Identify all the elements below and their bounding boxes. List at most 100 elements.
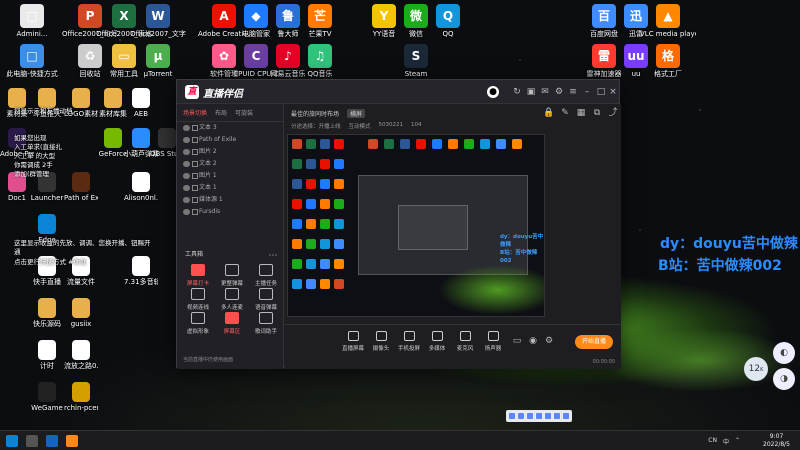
mini-tool-icon[interactable]: [554, 413, 560, 419]
tab-rotate[interactable]: 可旋装: [235, 108, 253, 117]
desktop-icon[interactable]: μ μTorrent: [130, 44, 186, 78]
gift-icon[interactable]: ▣: [525, 86, 537, 98]
source-item[interactable]: Path of Exile: [177, 134, 283, 146]
mini-tool-icon[interactable]: [563, 413, 569, 419]
toolbox-button[interactable]: 主播任务: [251, 264, 281, 287]
tab-scene-name[interactable]: 最佳的旅同时布场: [291, 109, 339, 118]
lock-icon[interactable]: [192, 185, 198, 191]
task-view-icon[interactable]: [26, 435, 38, 447]
desktop-icon[interactable]: gusiix: [64, 298, 98, 328]
desktop-icon[interactable]: WeGame: [30, 382, 64, 412]
mini-tool-icon[interactable]: [518, 413, 524, 419]
floating-cam-button[interactable]: ◐: [773, 342, 795, 364]
source-item[interactable]: 图片 1: [177, 170, 283, 182]
close-icon[interactable]: ×: [607, 86, 619, 98]
toolbox-button[interactable]: 视频连线: [183, 288, 213, 311]
mini-tool-icon[interactable]: [509, 413, 515, 419]
eye-icon[interactable]: [183, 137, 190, 143]
lock-icon[interactable]: [192, 197, 198, 203]
eye-icon[interactable]: [183, 125, 190, 131]
lock-icon[interactable]: [192, 125, 198, 131]
tray-lang[interactable]: CN: [708, 437, 717, 446]
maximize-icon[interactable]: □: [595, 86, 607, 98]
menu-icon[interactable]: ≡: [567, 86, 579, 98]
mini-tool-icon[interactable]: [536, 413, 542, 419]
lock-icon[interactable]: [192, 173, 198, 179]
desktop-icon[interactable]: 格格式工厂: [640, 44, 696, 78]
eye-icon[interactable]: [183, 173, 190, 179]
edge-taskbar-icon[interactable]: [46, 435, 58, 447]
live-companion-taskbar-icon[interactable]: [66, 435, 78, 447]
source-item[interactable]: 文本 1: [177, 182, 283, 194]
desktop-icon[interactable]: 快乐源码: [30, 298, 64, 328]
start-icon[interactable]: [6, 435, 18, 447]
toolbox-button[interactable]: 多人连麦: [217, 288, 247, 311]
avatar[interactable]: ●: [487, 86, 499, 98]
desktop-icon[interactable]: ♫ QQ音乐: [292, 44, 348, 78]
lock-icon[interactable]: [192, 137, 198, 143]
control-button[interactable]: 手机投屏: [395, 331, 423, 352]
desktop-icon[interactable]: □ Admini...: [4, 4, 60, 38]
desktop-icon[interactable]: ▲ VLC media player: [640, 4, 696, 38]
side-count-badge[interactable]: 12K: [744, 357, 768, 381]
desktop-icon[interactable]: 计时: [30, 340, 64, 370]
control-button[interactable]: 直播屏幕: [339, 331, 367, 352]
gear-icon[interactable]: ⚙: [543, 335, 555, 347]
grid-icon[interactable]: ▦: [575, 107, 587, 119]
desktop-icon[interactable]: S Steam: [388, 44, 444, 78]
control-button[interactable]: 多媒体: [423, 331, 451, 352]
tray-expand-icon[interactable]: ⌃: [735, 437, 740, 446]
mini-tool-icon[interactable]: [527, 413, 533, 419]
desktop-icon[interactable]: 流放之路0.1: [64, 340, 98, 370]
source-item[interactable]: 媒体源 1: [177, 194, 283, 206]
toolbox-button[interactable]: 更整弹幕: [217, 264, 247, 287]
eye-icon[interactable]: ◉: [527, 335, 539, 347]
source-item[interactable]: 文本 2: [177, 158, 283, 170]
toolbox-button[interactable]: 虚拟形象: [183, 312, 213, 335]
message-icon[interactable]: ✉: [539, 86, 551, 98]
toolbox-button[interactable]: 歌词助手: [251, 312, 281, 335]
control-button[interactable]: 扬声器: [479, 331, 507, 352]
toolbox-more-icon[interactable]: ⋯: [267, 250, 279, 262]
eye-icon[interactable]: [183, 149, 190, 155]
desktop-icon[interactable]: rchin-pcer-1.318.1-热...: [64, 382, 98, 412]
lock-icon[interactable]: 🔒: [543, 107, 555, 119]
eye-icon[interactable]: [183, 209, 190, 215]
toolbox-button[interactable]: 屏幕打卡: [183, 264, 213, 287]
lock-icon[interactable]: [192, 209, 198, 215]
stream-preview[interactable]: dy：douyu苦中做辣 B站：苦中做辣002: [287, 134, 545, 317]
floating-mini-toolbar[interactable]: [506, 410, 572, 422]
category-select[interactable]: 分途选择：开播上线: [291, 122, 341, 130]
go-live-button[interactable]: 开始直播: [575, 335, 613, 349]
copy-icon[interactable]: ⧉: [591, 107, 603, 119]
tray-ime[interactable]: 中: [723, 437, 729, 446]
toolbox-button[interactable]: 屏幕区: [217, 312, 247, 335]
control-button[interactable]: 摄像头: [367, 331, 395, 352]
source-item[interactable]: Fursdis: [177, 206, 283, 218]
source-item[interactable]: 文本 3: [177, 122, 283, 134]
desktop-icon[interactable]: 芒芒果TV: [292, 4, 348, 38]
lock-icon[interactable]: [192, 149, 198, 155]
tab-landscape[interactable]: 横屏: [347, 109, 366, 118]
tab-layout[interactable]: 布局: [215, 108, 227, 117]
mini-tool-icon[interactable]: [545, 413, 551, 419]
refresh-icon[interactable]: ↻: [511, 86, 523, 98]
toolbox-button[interactable]: 语音弹幕: [251, 288, 281, 311]
eye-icon[interactable]: [183, 161, 190, 167]
desktop-icon[interactable]: W Office2007_文字: [130, 4, 186, 38]
desktop-icon[interactable]: □ 此电脑-快捷方式: [4, 44, 60, 78]
record-icon[interactable]: ▭: [511, 335, 523, 347]
eye-icon[interactable]: [183, 197, 190, 203]
control-button[interactable]: 麦克风: [451, 331, 479, 352]
settings-icon[interactable]: ⚙: [553, 86, 565, 98]
floating-mic-button[interactable]: ◑: [773, 368, 795, 390]
edit-icon[interactable]: ✎: [559, 107, 571, 119]
eye-icon[interactable]: [183, 185, 190, 191]
interaction-mode[interactable]: 互动模式: [349, 122, 371, 130]
share-icon[interactable]: ⤴: [607, 107, 619, 119]
source-item[interactable]: 图片 2: [177, 146, 283, 158]
tab-scene-switch[interactable]: 场景切换: [183, 108, 207, 117]
minimize-icon[interactable]: –: [581, 86, 593, 98]
lock-icon[interactable]: [192, 161, 198, 167]
window-titlebar[interactable]: 直直播伴侣 ● ↻ ▣ ✉ ⚙ ≡ – □ ×: [177, 80, 619, 104]
